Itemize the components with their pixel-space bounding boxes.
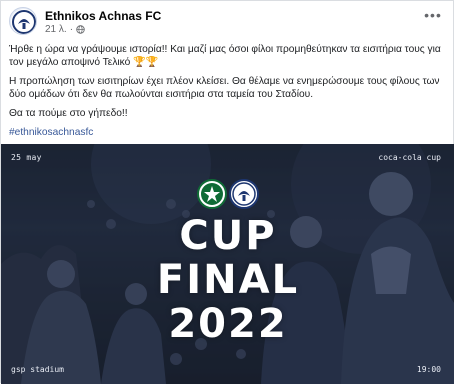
page-avatar[interactable] (9, 7, 37, 35)
post-header: Ethnikos Achnas FC 21 λ. · ••• (9, 7, 447, 39)
kickoff-time: 19:00 (416, 365, 441, 374)
post-time[interactable]: 21 λ. (45, 24, 67, 35)
title-line-cup: CUP (179, 213, 277, 259)
title-line-year: 2022 (168, 301, 288, 347)
hashtag-link[interactable]: #ethnikosachnasfc (9, 127, 93, 138)
facebook-post: Ethnikos Achnas FC 21 λ. · ••• Ήρθε η ώρ… (0, 0, 454, 384)
post-paragraph: Η προπώληση των εισιτηρίων έχει πλέον κλ… (9, 76, 440, 100)
ethnikos-crest-icon (11, 9, 36, 34)
title-line-final: FINAL (156, 257, 300, 303)
competition-name: coca-cola cup (378, 153, 441, 162)
page-name[interactable]: Ethnikos Achnas FC (45, 9, 161, 23)
omonia-crest-icon (197, 179, 227, 209)
post-paragraph: Ήρθε η ώρα να γράψουμε ιστορία!! Και μαζ… (9, 44, 441, 68)
venue: gsp stadium (11, 365, 64, 374)
post-meta: 21 λ. · (45, 24, 85, 35)
post-image[interactable]: 25 may coca-cola cup CUP FINAL 2022 gsp … (1, 144, 454, 384)
post-paragraph: Θα τα πούμε στο γήπεδο!! (9, 108, 128, 119)
separator-dot: · (69, 24, 74, 35)
post-text: Ήρθε η ώρα να γράψουμε ιστορία!! Και μαζ… (9, 43, 449, 145)
match-date: 25 may (11, 153, 42, 162)
ethnikos-crest-icon (229, 179, 259, 209)
globe-icon (76, 25, 85, 34)
more-options-icon[interactable]: ••• (423, 8, 443, 25)
